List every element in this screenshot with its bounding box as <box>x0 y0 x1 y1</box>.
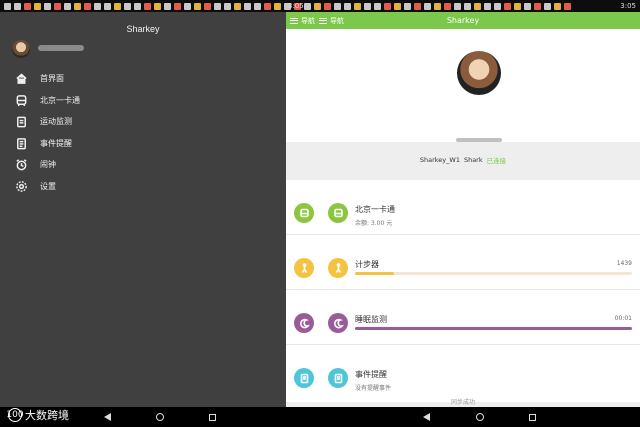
home-circle-icon[interactable] <box>476 413 484 421</box>
status-bar: 3:05 <box>0 0 640 12</box>
navigation-drawer: Sharkey 首界面 北京一卡通 运动监测 事件提醒 闹钟 设置 <box>0 12 286 407</box>
step-count: 1439 <box>616 260 632 267</box>
alarm-clock-icon <box>14 158 28 172</box>
sleep-progress-bar <box>355 327 632 330</box>
drawer-item-beijing-card[interactable]: 北京一卡通 <box>14 90 80 112</box>
watermark-logo: 100 <box>6 408 24 422</box>
notebook-icon <box>294 368 314 388</box>
app-main: 导航 导航 Sharkey Sharkey_W1 Shark 已连接 北京一卡通… <box>286 12 640 407</box>
card-reminder[interactable]: 事件提醒 没有提醒事件 <box>286 345 640 400</box>
device-owner: Shark <box>463 156 483 164</box>
drawer-item-label: 首界面 <box>40 74 64 84</box>
connection-status: 已连接 <box>486 157 507 165</box>
nav-label: 导航 <box>330 16 344 25</box>
recents-icon[interactable] <box>529 414 536 421</box>
watermark-text: 大数跨境 <box>25 409 69 422</box>
status-time-right: 3:05 <box>620 2 636 10</box>
step-progress-bar <box>355 272 632 275</box>
back-icon[interactable] <box>423 413 430 421</box>
card-sleep[interactable]: 睡眠监测 00:01 <box>286 290 640 345</box>
profile-header <box>286 29 640 142</box>
menu-icon <box>319 17 327 24</box>
profile-avatar[interactable] <box>457 51 501 95</box>
nav-button-2[interactable]: 导航 <box>319 16 344 26</box>
toolbar: 导航 导航 Sharkey <box>286 12 640 29</box>
menu-icon <box>290 17 298 24</box>
drawer-item-label: 事件提醒 <box>40 138 72 148</box>
card-reminder-status: 没有提醒事件 <box>355 385 392 392</box>
feature-cards: 北京一卡通 余额: 3.00 元 计步器 1439 睡眠监测 00:01 事件提… <box>286 180 640 402</box>
drawer-item-label: 设置 <box>40 181 56 191</box>
bus-icon <box>294 203 314 223</box>
gear-icon <box>14 179 28 193</box>
username-blurred <box>38 45 84 51</box>
profile-name-blurred <box>456 138 502 142</box>
drawer-item-label: 闹钟 <box>40 160 56 170</box>
card-pedometer[interactable]: 计步器 1439 <box>286 235 640 290</box>
screen: 3:05 3:05 Sharkey 首界面 北京一卡通 运动监测 事件提醒 闹钟… <box>0 0 640 427</box>
card-beijing-card[interactable]: 北京一卡通 余额: 3.00 元 <box>286 180 640 235</box>
nav-button-1[interactable]: 导航 <box>290 16 315 26</box>
card-title: 睡眠监测 <box>355 315 387 324</box>
device-name: Sharkey_W1 <box>419 156 460 164</box>
drawer-item-sport[interactable]: 运动监测 <box>14 111 80 133</box>
card-balance: 余额: 3.00 元 <box>355 220 393 227</box>
walker-icon <box>294 258 314 278</box>
card-title: 计步器 <box>355 260 379 269</box>
walker-icon <box>328 258 348 278</box>
drawer-title: Sharkey <box>126 24 160 34</box>
home-icon <box>14 72 28 86</box>
home-circle-icon[interactable] <box>156 413 164 421</box>
drawer-item-home[interactable]: 首界面 <box>14 68 80 90</box>
card-title: 事件提醒 <box>355 370 387 379</box>
sleep-duration: 00:01 <box>614 315 632 322</box>
drawer-item-reminder[interactable]: 事件提醒 <box>14 133 80 155</box>
status-time-left: 3:05 <box>288 2 304 10</box>
watermark: 100 大数跨境 <box>6 407 69 423</box>
nav-label: 导航 <box>301 16 315 25</box>
drawer-menu: 首界面 北京一卡通 运动监测 事件提醒 闹钟 设置 <box>14 68 80 197</box>
drawer-item-settings[interactable]: 设置 <box>14 176 80 198</box>
back-icon[interactable] <box>104 413 111 421</box>
moon-icon <box>328 313 348 333</box>
moon-icon <box>294 313 314 333</box>
bus-icon <box>328 203 348 223</box>
sync-status: 同步成功 <box>450 399 475 406</box>
clipboard-icon <box>14 115 28 129</box>
system-nav-bar <box>0 407 640 427</box>
drawer-item-label: 北京一卡通 <box>40 95 80 105</box>
drawer-item-alarm[interactable]: 闹钟 <box>14 154 80 176</box>
recents-icon[interactable] <box>209 414 216 421</box>
bus-icon <box>14 93 28 107</box>
device-status[interactable]: Sharkey_W1 Shark 已连接 <box>286 142 640 178</box>
notebook-icon <box>328 368 348 388</box>
card-title: 北京一卡通 <box>355 205 395 214</box>
avatar[interactable] <box>12 40 30 58</box>
drawer-item-label: 运动监测 <box>40 117 72 127</box>
notebook-icon <box>14 136 28 150</box>
